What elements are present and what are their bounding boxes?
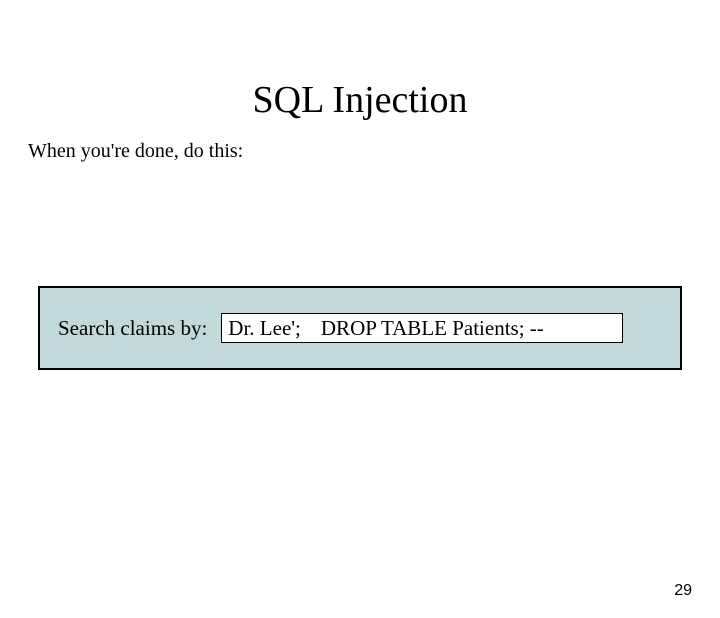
input-segment-2: DROP TABLE Patients; -- — [321, 316, 544, 341]
slide-container: SQL Injection When you're done, do this:… — [0, 78, 720, 618]
input-segment-1: Dr. Lee'; — [228, 316, 301, 341]
search-input-display: Dr. Lee'; DROP TABLE Patients; -- — [221, 313, 623, 343]
slide-subtitle: When you're done, do this: — [28, 140, 720, 163]
page-number: 29 — [674, 582, 692, 600]
slide-title: SQL Injection — [0, 78, 720, 122]
search-form-box: Search claims by: Dr. Lee'; DROP TABLE P… — [38, 286, 682, 370]
search-label: Search claims by: — [58, 316, 207, 341]
